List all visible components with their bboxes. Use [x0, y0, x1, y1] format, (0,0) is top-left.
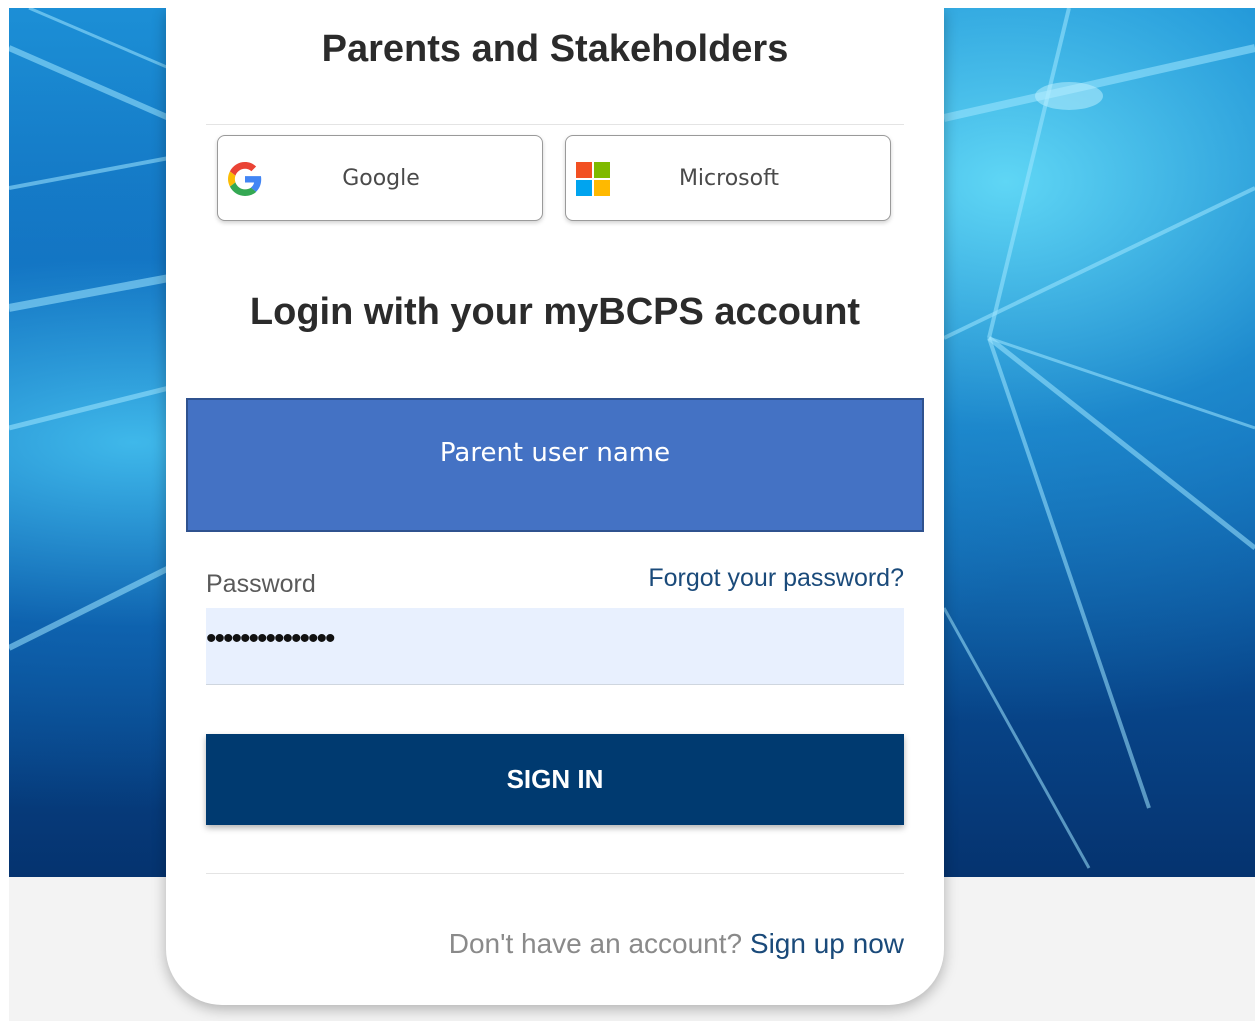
signup-row: Don't have an account? Sign up now: [449, 928, 904, 960]
signup-prompt: Don't have an account?: [448, 928, 743, 959]
title-divider: [206, 124, 904, 125]
username-placeholder: Parent user name: [439, 438, 671, 468]
google-sign-in-button[interactable]: Google: [217, 135, 543, 221]
sign-up-link[interactable]: Sign up now: [750, 928, 904, 959]
login-heading: Login with your myBCPS account: [249, 291, 861, 333]
password-field[interactable]: •••••••••••••••: [206, 608, 904, 685]
microsoft-sign-in-button[interactable]: Microsoft: [565, 135, 891, 221]
forgot-password-link[interactable]: Forgot your password?: [648, 564, 904, 593]
password-label: Password: [206, 570, 316, 598]
google-button-label: Google: [342, 166, 420, 191]
login-card: Parents and Stakeholders Google Microsof…: [166, 8, 944, 1005]
sign-in-button[interactable]: SIGN IN: [206, 734, 904, 825]
page-title: Parents and Stakeholders: [321, 28, 789, 70]
microsoft-button-label: Microsoft: [678, 166, 780, 191]
footer-divider: [206, 873, 904, 874]
username-field[interactable]: Parent user name: [186, 398, 924, 532]
page-background: Parents and Stakeholders Google Microsof…: [9, 8, 1255, 1021]
